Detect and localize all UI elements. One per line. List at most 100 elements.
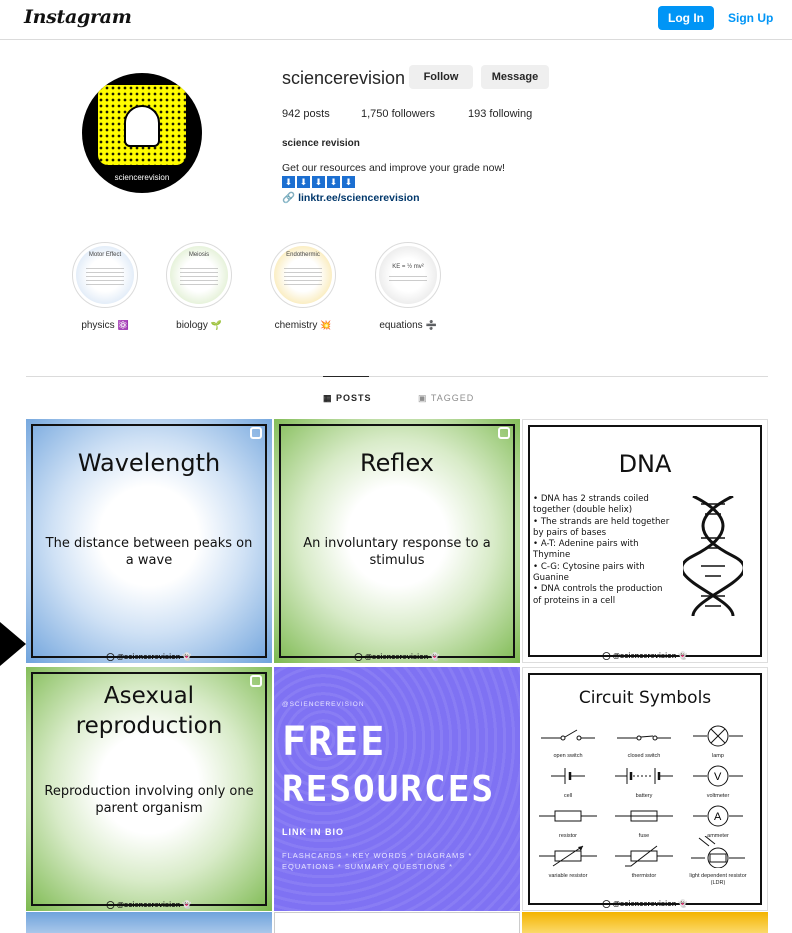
instagram-icon: ◯ [106,900,115,909]
circuit-ldr: light dependent resistor (LDR) [685,835,751,887]
seedling-icon: 🌱 [210,320,222,330]
snapchat-icon: 👻 [182,900,192,909]
svg-text:V: V [714,771,722,783]
post-peek[interactable] [522,912,768,933]
post-title: Asexual reproduction [75,683,223,739]
circuit-lamp: lamp [685,722,751,760]
list-item: DNA controls the production of proteins … [533,584,673,607]
follow-button[interactable]: Follow [409,65,473,89]
tab-tagged-label: TAGGED [430,393,475,403]
circuit-cell: cell [535,762,601,800]
open-switch-icon [541,729,595,741]
post-handle: ◯ @sciencerevision 👻 [602,899,688,908]
voltmeter-icon: V [693,765,743,787]
profile-bio: Get our resources and improve your grade… [282,162,505,174]
signup-link[interactable]: Sign Up [728,6,773,30]
snapchat-icon: 👻 [678,899,688,908]
top-nav: Instagram Log In Sign Up [0,0,792,40]
profile-username: sciencerevision [282,68,406,88]
post-dna[interactable]: DNA DNA has 2 strands coiled together (d… [522,419,768,663]
post-peek[interactable] [274,912,520,933]
carousel-icon [250,427,262,439]
post-reflex[interactable]: Reflex An involuntary response to a stim… [274,419,520,663]
post-asexual-reproduction[interactable]: Asexual reproduction Reproduction involv… [26,667,272,911]
posts-count: 942 posts [282,108,330,120]
tabs-divider [26,376,768,377]
down-arrow-icon: ⬇ [312,176,325,188]
battery-icon [615,768,673,784]
highlight-equations[interactable]: KE = ½ mv² equations ➗ [373,242,443,331]
bio-link[interactable]: 🔗 linktr.ee/sciencerevision [282,191,419,204]
instagram-logo[interactable]: Instagram [24,6,132,28]
highlight-cover-title: Motor Effect [88,252,122,258]
list-item: DNA has 2 strands coiled together (doubl… [533,494,673,517]
active-tab-indicator [323,376,369,377]
variable-resistor-icon [539,845,597,867]
down-arrow-icon: ⬇ [327,176,340,188]
tab-tagged[interactable]: ▣ TAGGED [418,393,474,404]
dna-helix-icon [683,496,743,616]
cell-icon [551,768,585,784]
snapchat-icon: 👻 [182,652,192,661]
free-headline: FREE [282,719,387,765]
circuit-fuse: fuse [611,802,677,840]
highlight-label: physics [81,320,115,331]
divide-icon: ➗ [425,320,437,330]
ammeter-icon: A [693,805,743,827]
post-peek[interactable] [26,912,272,933]
tab-posts-label: POSTS [336,393,372,403]
list-item: The strands are held together by pairs o… [533,517,673,540]
pointer-arrow-icon [0,622,26,666]
post-wavelength[interactable]: Wavelength The distance between peaks on… [26,419,272,663]
login-button[interactable]: Log In [658,6,714,30]
circuit-variable-resistor: variable resistor [535,842,601,880]
atom-icon: ⚛️ [117,320,129,330]
circuit-open-switch: open switch [535,722,601,760]
highlight-biology[interactable]: Meiosis biology 🌱 [164,242,234,331]
resistor-icon [539,810,597,822]
bio-arrows: ⬇ ⬇ ⬇ ⬇ ⬇ [282,176,355,188]
post-body: The distance between peaks on a wave [45,536,253,568]
tag-icon: ▣ [418,393,428,403]
lamp-icon [693,725,743,747]
highlight-cover-title: Endothermic [286,252,320,258]
circuit-closed-switch: closed switch [611,722,677,760]
post-handle: ◯ @sciencerevision 👻 [354,652,440,661]
link-in-bio-text: LINK IN BIO [282,827,344,837]
post-handle: ◯ @sciencerevision 👻 [106,652,192,661]
profile-avatar[interactable]: sciencerevision [82,73,202,193]
highlight-label: chemistry [274,320,318,331]
list-item: C-G: Cytosine pairs with Guanine [533,562,673,585]
message-button[interactable]: Message [481,65,549,89]
followers-count[interactable]: 1,750 followers [361,108,435,120]
post-title: Wavelength [77,449,221,477]
down-arrow-icon: ⬇ [282,176,295,188]
post-circuit-symbols[interactable]: Circuit Symbols open switch closed switc… [522,667,768,911]
post-title: DNA [618,450,672,478]
highlight-label: biology [176,320,208,331]
snapchat-icon: 👻 [678,651,688,660]
post-handle: ◯ @sciencerevision 👻 [602,651,688,660]
svg-text:A: A [714,811,722,823]
thermistor-icon [615,845,673,867]
snapchat-ghost-icon [124,105,160,147]
circuit-thermistor: thermistor [611,842,677,880]
snapchat-icon: 👻 [430,652,440,661]
tab-posts[interactable]: ▦ POSTS [323,393,372,404]
explosion-icon: 💥 [320,320,332,330]
highlight-cover-title: Meiosis [188,252,210,258]
post-free-resources[interactable]: @SCIENCEREVISION FREE RESOURCES LINK IN … [274,667,520,911]
list-item: A-T: Adenine pairs with Thymine [533,539,673,562]
highlight-physics[interactable]: Motor Effect physics ⚛️ [70,242,140,331]
resources-headline: RESOURCES [282,769,496,810]
avatar-label: sciencerevision [114,173,170,182]
ldr-icon [691,835,745,869]
post-handle: @SCIENCEREVISION [282,701,365,708]
resources-list: FLASHCARDS * KEY WORDS * DIAGRAMS * EQUA… [282,851,473,871]
instagram-icon: ◯ [106,652,115,661]
highlight-chemistry[interactable]: Endothermic chemistry 💥 [268,242,338,331]
circuit-battery: battery [611,762,677,800]
instagram-icon: ◯ [602,899,611,908]
following-count[interactable]: 193 following [468,108,532,120]
bio-link-text[interactable]: linktr.ee/sciencerevision [298,192,419,204]
